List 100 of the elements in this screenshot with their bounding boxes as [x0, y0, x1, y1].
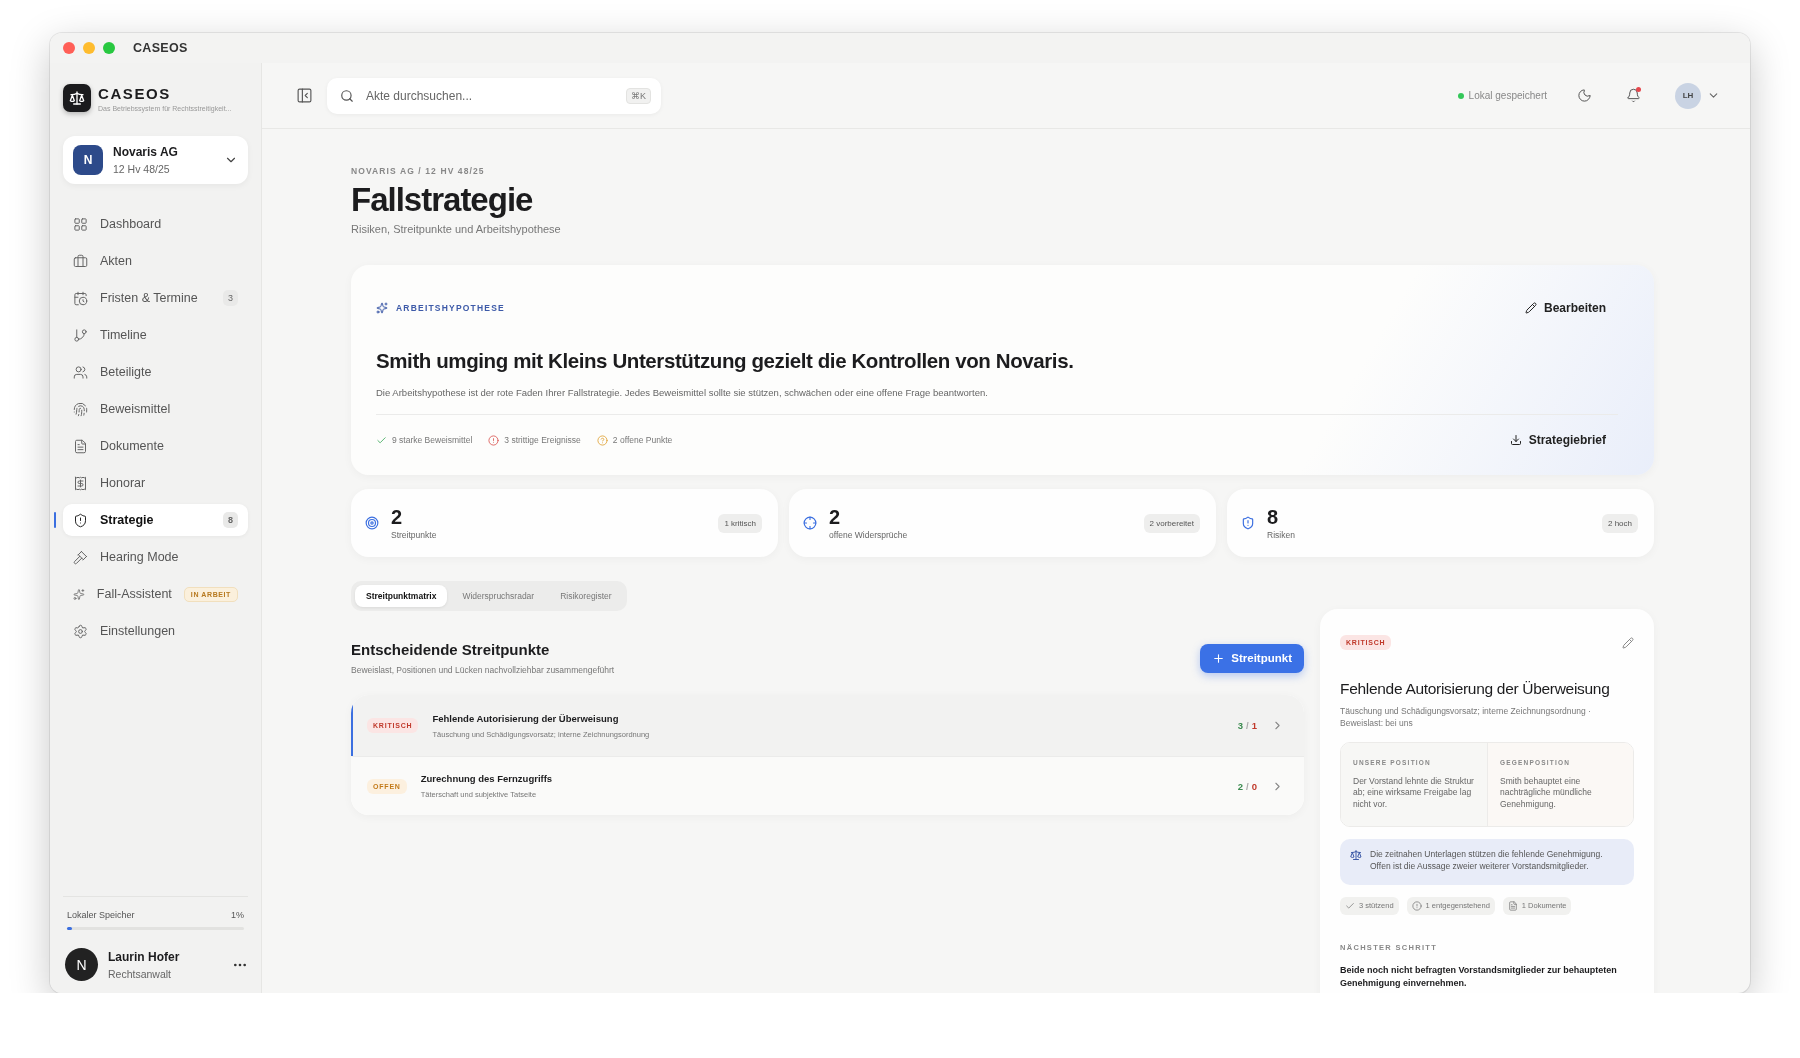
- search-icon: [340, 88, 354, 103]
- plus-icon: [1212, 651, 1226, 665]
- next-step-text: Beide noch nicht befragten Vorstandsmitglieder zur behaupteten Genehmigung einvernehmen.: [1340, 963, 1618, 990]
- indicator-label: 3 strittige Ereignisse: [504, 435, 581, 445]
- sidebar-item[interactable]: Akten: [63, 245, 248, 277]
- check-icon: [1345, 900, 1355, 911]
- shield-icon: [73, 512, 88, 528]
- stat-label: Risiken: [1267, 530, 1295, 540]
- detail-subtitle: Täuschung und Schädigungsvorsatz; interne Zeichnungsordnung · Beweislast: bei uns: [1340, 706, 1592, 730]
- shortcut-hint: ⌘K: [626, 87, 651, 104]
- brand-name: CASEOS: [98, 84, 172, 102]
- users-icon: [73, 364, 88, 380]
- page-subtitle: Risiken, Streitpunkte und Arbeitshypothese: [351, 223, 562, 235]
- support-count: 2: [1237, 780, 1244, 792]
- user-name: Laurin Hofer: [108, 949, 181, 964]
- against-count: 1: [1251, 720, 1257, 731]
- position-text: Der Vorstand lehnte die Struktur ab; eine wirksame Freigabe lag nicht vor.: [1353, 775, 1475, 811]
- search-input[interactable]: Akte durchsuchen...: [364, 87, 616, 104]
- grid-icon: [73, 216, 88, 232]
- count-divider: /: [1246, 780, 1249, 792]
- assessment-text: Die zeitnahen Unterlagen stützen die fehlende Genehmigung. Offen ist die Aussage zweier weiterer Vorstandsmitglieder.: [1370, 849, 1604, 873]
- download-icon: [1509, 434, 1522, 446]
- bell-icon: [1626, 88, 1641, 103]
- breadcrumb: NOVARIS AG / 12 HV 48/25: [351, 166, 486, 176]
- section-subtitle: Beweislast, Positionen und Lücken nachvollziehbar zusammengeführt: [351, 665, 615, 675]
- tab[interactable]: Risikoregister: [549, 585, 623, 607]
- case-switcher[interactable]: N Novaris AG 12 Hv 48/25: [63, 136, 248, 184]
- hypothesis-description: Die Arbeitshypothese ist der rote Faden Ihrer Fallstrategie. Jedes Beweismittel sollte sie stützen, schwächen oder eine offene Frage beantworten.: [376, 387, 989, 398]
- briefcase-icon: [73, 253, 88, 269]
- window-title: CASEOS: [133, 41, 188, 55]
- count-badge: 3: [223, 290, 238, 306]
- export-button[interactable]: Strategiebrief: [1497, 429, 1618, 451]
- sidebar-toggle-icon[interactable]: [296, 87, 313, 104]
- target-icon: [365, 516, 379, 530]
- stat-label: Streitpunkte: [391, 530, 437, 540]
- stat-value: 2: [391, 506, 404, 529]
- receipt-icon: [73, 475, 88, 491]
- case-name: Novaris AG: [113, 145, 179, 159]
- alert-icon: [1411, 900, 1422, 911]
- edit-icon[interactable]: [1622, 636, 1634, 649]
- issue-title: Zurechnung des Fernzugriffs: [420, 773, 553, 784]
- crosshair-icon: [803, 516, 817, 530]
- close-button[interactable]: [63, 42, 75, 54]
- document-icon: [73, 438, 88, 454]
- sidebar-item[interactable]: Einstellungen: [63, 615, 248, 647]
- active-indicator: [54, 512, 56, 528]
- zoom-button[interactable]: [103, 42, 115, 54]
- check-icon: [376, 434, 387, 446]
- pencil-icon: [1524, 302, 1537, 314]
- sparkles-icon: [376, 302, 388, 314]
- moon-icon: [1577, 88, 1592, 103]
- fingerprint-icon: [73, 401, 88, 417]
- shield-icon: [1241, 516, 1255, 530]
- sidebar-item[interactable]: Beweismittel: [63, 393, 248, 425]
- tab[interactable]: Streitpunktmatrix: [355, 585, 448, 607]
- storage-value: 1%: [231, 910, 244, 920]
- position-text: Smith behauptet eine nachträgliche mündliche Genehmigung.: [1500, 775, 1593, 811]
- logo-icon: [63, 84, 91, 112]
- user-avatar[interactable]: LH: [1675, 82, 1701, 109]
- scale-icon: [1350, 849, 1362, 862]
- sidebar-item[interactable]: Dashboard: [63, 208, 248, 240]
- unread-dot: [1636, 87, 1641, 92]
- support-count: 3: [1237, 720, 1244, 731]
- stat-badge: 1 kritisch: [718, 513, 762, 533]
- sparkles-icon: [73, 586, 85, 602]
- case-avatar: N: [73, 145, 103, 175]
- search-field[interactable]: Akte durchsuchen... ⌘K: [327, 77, 661, 114]
- sidebar-item[interactable]: Fristen & Termine 3: [63, 282, 248, 314]
- add-issue-button[interactable]: Streitpunkt: [1200, 643, 1304, 673]
- stat-label: offene Widersprüche: [829, 530, 908, 540]
- stat-value: 8: [1267, 506, 1280, 529]
- hypothesis-statement: Smith umging mit Kleins Unterstützung gezielt die Kontrollen von Novaris.: [376, 349, 1075, 373]
- issue-title: Fehlende Autorisierung der Überweisung: [432, 712, 620, 724]
- stat-badge: 2 hoch: [1601, 513, 1638, 533]
- section-label: ARBEITSHYPOTHESE: [396, 303, 505, 313]
- detail-title: Fehlende Autorisierung der Überweisung: [1340, 680, 1611, 698]
- sidebar-item[interactable]: Timeline: [63, 319, 248, 351]
- against-count: 0: [1251, 780, 1257, 792]
- storage-label: Lokaler Speicher: [67, 910, 135, 920]
- tab[interactable]: Widerspruchsradar: [451, 585, 546, 607]
- gavel-icon: [73, 549, 88, 565]
- alert-icon: [488, 434, 500, 446]
- stat-value: 2: [829, 506, 842, 529]
- question-icon: [596, 434, 608, 446]
- sidebar-item[interactable]: Honorar: [63, 467, 248, 499]
- document-icon: [1507, 900, 1518, 911]
- edit-button[interactable]: Bearbeiten: [1512, 297, 1618, 319]
- user-avatar: N: [65, 948, 98, 981]
- page-title: Fallstrategie: [351, 181, 534, 219]
- stat-badge: 2 vorbereitet: [1143, 513, 1200, 533]
- calendar-icon: [73, 290, 88, 306]
- sidebar-item[interactable]: Beteiligte: [63, 356, 248, 388]
- sidebar-item[interactable]: Hearing Mode: [63, 541, 248, 573]
- sidebar-item[interactable]: Dokumente: [63, 430, 248, 462]
- branch-icon: [73, 327, 88, 343]
- settings-icon: [73, 623, 88, 639]
- count-divider: /: [1246, 720, 1249, 731]
- count-badge: 8: [223, 512, 238, 528]
- section-title: Entscheidende Streitpunkte: [351, 641, 551, 658]
- indicator-label: 2 offene Punkte: [612, 435, 673, 445]
